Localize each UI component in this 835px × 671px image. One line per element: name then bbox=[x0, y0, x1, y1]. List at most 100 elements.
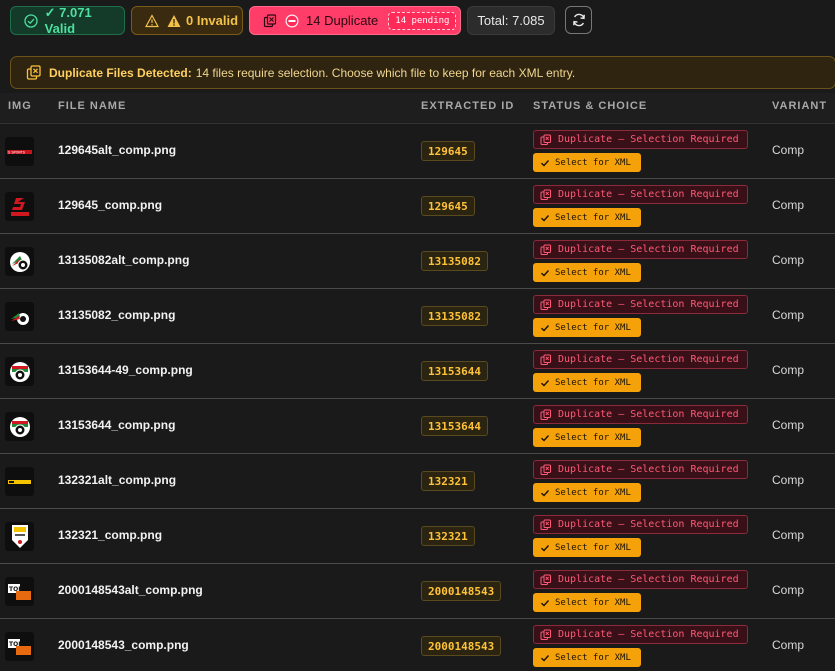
file-name-cell: 129645_comp.png bbox=[58, 198, 163, 212]
duplicate-status-tag: Duplicate – Selection Required bbox=[533, 515, 748, 534]
banner-message: 14 files require selection. Choose which… bbox=[195, 65, 576, 80]
duplicate-filter-pill[interactable]: 14 Duplicate 14 pending bbox=[249, 6, 461, 35]
select-for-xml-label: Select for XML bbox=[555, 267, 631, 278]
select-for-xml-label: Select for XML bbox=[555, 432, 631, 443]
select-for-xml-label: Select for XML bbox=[555, 157, 631, 168]
select-for-xml-button[interactable]: Select for XML bbox=[533, 538, 641, 557]
check-icon bbox=[540, 543, 550, 553]
extracted-id-badge: 132321 bbox=[421, 471, 475, 491]
check-icon bbox=[540, 653, 550, 663]
duplicate-status-label: Duplicate – Selection Required bbox=[558, 189, 739, 200]
duplicate-files-icon bbox=[540, 134, 552, 146]
duplicate-status-tag: Duplicate – Selection Required bbox=[533, 240, 748, 259]
check-icon bbox=[540, 598, 550, 608]
select-for-xml-button[interactable]: Select for XML bbox=[533, 593, 641, 612]
select-for-xml-button[interactable]: Select for XML bbox=[533, 208, 641, 227]
file-name-cell: 129645alt_comp.png bbox=[58, 143, 177, 157]
duplicate-files-icon bbox=[540, 409, 552, 421]
duplicate-status-tag: Duplicate – Selection Required bbox=[533, 350, 748, 369]
duplicate-status-label: Duplicate – Selection Required bbox=[558, 244, 739, 255]
table-row: TOP 2000148543_comp.png 2000148543 Duplicat… bbox=[0, 619, 835, 671]
no-entry-icon bbox=[284, 13, 300, 29]
extracted-id-badge: 2000148543 bbox=[421, 636, 502, 656]
select-for-xml-label: Select for XML bbox=[555, 322, 631, 333]
banner-title: Duplicate Files Detected: bbox=[49, 65, 192, 80]
column-header-file-name[interactable]: FILE NAME bbox=[58, 100, 126, 112]
column-header-extracted-id[interactable]: EXTRACTED ID bbox=[421, 100, 514, 112]
file-name-cell: 13135082_comp.png bbox=[58, 308, 176, 322]
duplicate-files-icon bbox=[540, 464, 552, 476]
file-name-cell: 132321_comp.png bbox=[58, 528, 163, 542]
valid-filter-pill[interactable]: ✓ 7.071 Valid bbox=[10, 5, 125, 36]
variant-cell: Comp bbox=[772, 198, 805, 212]
duplicate-files-icon bbox=[540, 574, 552, 586]
duplicate-status-tag: Duplicate – Selection Required bbox=[533, 460, 748, 479]
duplicate-status-label: Duplicate – Selection Required bbox=[558, 354, 739, 365]
select-for-xml-button[interactable]: Select for XML bbox=[533, 648, 641, 667]
pending-badge: 14 pending bbox=[388, 11, 457, 30]
file-name-cell: 132321alt_comp.png bbox=[58, 473, 177, 487]
duplicate-files-icon bbox=[540, 629, 552, 641]
column-header-status[interactable]: STATUS & CHOICE bbox=[533, 100, 647, 112]
extracted-id-badge: 13135082 bbox=[421, 306, 488, 326]
duplicate-files-icon bbox=[540, 519, 552, 531]
table-row: 13135082alt_comp.png 13135082 Duplicate – … bbox=[0, 234, 835, 289]
check-icon bbox=[540, 268, 550, 278]
file-thumbnail bbox=[5, 247, 34, 276]
invalid-filter-pill[interactable]: 0 Invalid bbox=[131, 6, 243, 35]
select-for-xml-button[interactable]: Select for XML bbox=[533, 428, 641, 447]
duplicate-files-icon bbox=[540, 244, 552, 256]
duplicate-status-label: Duplicate – Selection Required bbox=[558, 299, 739, 310]
column-header-variant[interactable]: VARIANT bbox=[772, 100, 827, 112]
duplicate-files-icon bbox=[540, 354, 552, 366]
check-circle-icon bbox=[23, 13, 39, 29]
status-bar: ✓ 7.071 Valid 0 Invalid 14 Duplicate 14 … bbox=[0, 0, 835, 42]
select-for-xml-button[interactable]: Select for XML bbox=[533, 263, 641, 282]
column-header-img: IMG bbox=[8, 100, 32, 112]
file-thumbnail bbox=[5, 467, 34, 496]
variant-cell: Comp bbox=[772, 363, 805, 377]
file-name-cell: 13153644_comp.png bbox=[58, 418, 176, 432]
total-count-pill: Total: 7.085 bbox=[467, 6, 555, 35]
file-name-cell: 2000148543alt_comp.png bbox=[58, 583, 203, 597]
check-icon bbox=[540, 158, 550, 168]
variant-cell: Comp bbox=[772, 473, 805, 487]
table-header: IMG FILE NAME EXTRACTED ID STATUS & CHOI… bbox=[0, 93, 835, 124]
select-for-xml-label: Select for XML bbox=[555, 652, 631, 663]
duplicate-files-icon bbox=[540, 189, 552, 201]
select-for-xml-button[interactable]: Select for XML bbox=[533, 153, 641, 172]
file-name-cell: 13135082alt_comp.png bbox=[58, 253, 190, 267]
table-row: 132321alt_comp.png 132321 Duplicate – Sele… bbox=[0, 454, 835, 509]
duplicate-count-label: 14 Duplicate bbox=[306, 13, 379, 28]
select-for-xml-label: Select for XML bbox=[555, 597, 631, 608]
file-name-cell: 13153644-49_comp.png bbox=[58, 363, 193, 377]
check-icon bbox=[540, 323, 550, 333]
extracted-id-badge: 129645 bbox=[421, 196, 475, 216]
table-row: 13135082_comp.png 13135082 Duplicate – Sel… bbox=[0, 289, 835, 344]
variant-cell: Comp bbox=[772, 253, 805, 267]
extracted-id-badge: 13135082 bbox=[421, 251, 488, 271]
duplicate-status-label: Duplicate – Selection Required bbox=[558, 134, 739, 145]
warning-triangle-icon bbox=[144, 13, 160, 29]
duplicate-status-label: Duplicate – Selection Required bbox=[558, 574, 739, 585]
variant-cell: Comp bbox=[772, 418, 805, 432]
variant-cell: Comp bbox=[772, 638, 805, 652]
warning-emoji-icon bbox=[166, 13, 182, 29]
extracted-id-badge: 132321 bbox=[421, 526, 475, 546]
svg-text:S SPORTS: S SPORTS bbox=[8, 150, 26, 154]
file-thumbnail bbox=[5, 192, 34, 221]
select-for-xml-button[interactable]: Select for XML bbox=[533, 373, 641, 392]
table-row: 13153644_comp.png 13153644 Duplicate – Sel… bbox=[0, 399, 835, 454]
duplicate-status-tag: Duplicate – Selection Required bbox=[533, 570, 748, 589]
duplicate-status-tag: Duplicate – Selection Required bbox=[533, 185, 748, 204]
file-thumbnail bbox=[5, 522, 34, 551]
refresh-button[interactable] bbox=[565, 6, 592, 34]
duplicate-status-label: Duplicate – Selection Required bbox=[558, 519, 739, 530]
duplicate-files-icon bbox=[540, 299, 552, 311]
table-row: 13153644-49_comp.png 13153644 Duplicate – … bbox=[0, 344, 835, 399]
duplicate-status-tag: Duplicate – Selection Required bbox=[533, 625, 748, 644]
select-for-xml-button[interactable]: Select for XML bbox=[533, 318, 641, 337]
file-thumbnail bbox=[5, 302, 34, 331]
extracted-id-badge: 13153644 bbox=[421, 416, 488, 436]
select-for-xml-button[interactable]: Select for XML bbox=[533, 483, 641, 502]
